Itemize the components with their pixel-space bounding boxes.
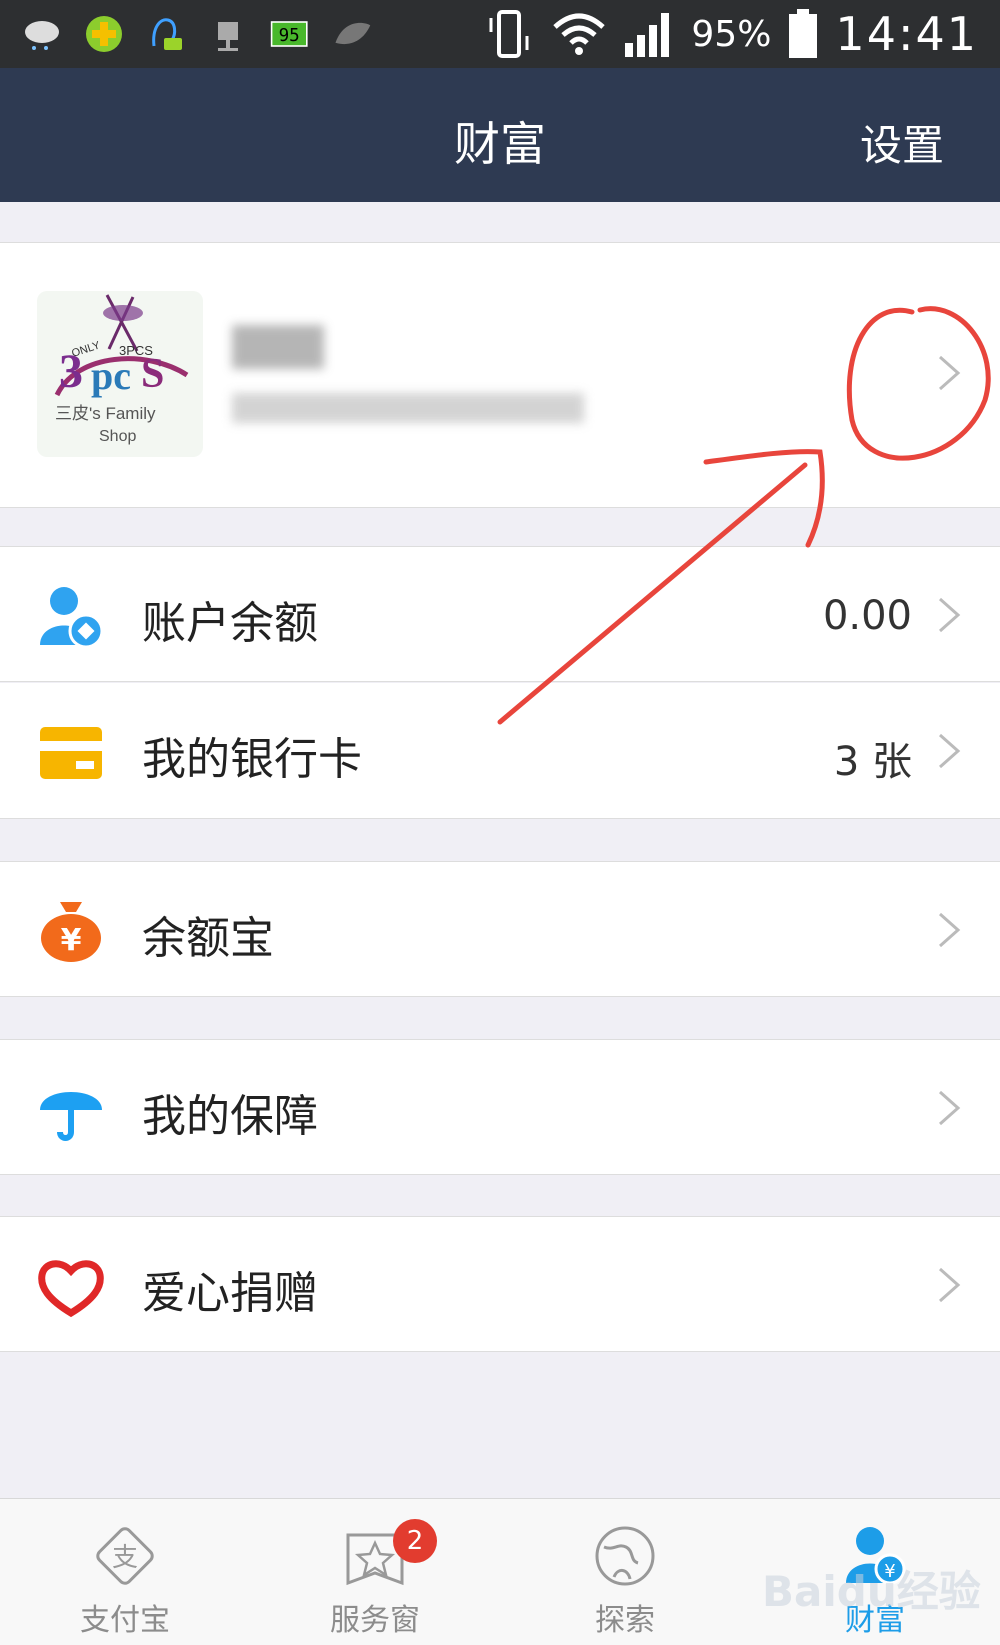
alipay-icon: 支 bbox=[96, 1527, 154, 1585]
explore-icon bbox=[595, 1526, 655, 1586]
row-label: 我的银行卡 bbox=[142, 734, 362, 785]
svg-text:S: S bbox=[141, 351, 164, 397]
heart-icon bbox=[38, 1260, 104, 1318]
status-bar: 95 95% 14:41 bbox=[0, 0, 1000, 68]
battery-saver-icon: 95 bbox=[270, 14, 310, 54]
tab-label: 探索 bbox=[595, 1603, 655, 1638]
card-count: 3 张 bbox=[833, 739, 912, 785]
network-device-icon bbox=[208, 14, 248, 54]
balance-value: 0.00 bbox=[822, 593, 912, 639]
status-right: 95% 14:41 bbox=[483, 6, 978, 62]
row-label: 账户余额 bbox=[142, 598, 318, 649]
tab-service-window[interactable]: 2 服务窗 bbox=[250, 1499, 500, 1645]
tab-alipay[interactable]: 支 支付宝 bbox=[0, 1499, 250, 1645]
svg-text:支: 支 bbox=[112, 1543, 138, 1573]
chat-message-icon bbox=[146, 14, 186, 54]
list-item-insurance[interactable]: 我的保障 bbox=[0, 1039, 1000, 1175]
watermark: Baidu经验 bbox=[762, 1567, 981, 1616]
row-label: 余额宝 bbox=[142, 913, 274, 964]
battery-icon bbox=[789, 9, 818, 58]
tab-label: 支付宝 bbox=[80, 1603, 170, 1638]
svg-text:95: 95 bbox=[279, 26, 300, 46]
list-item-bank-cards[interactable]: 我的银行卡 3 张 bbox=[0, 683, 1000, 819]
list-item-donation[interactable]: 爱心捐赠 bbox=[0, 1216, 1000, 1352]
user-balance-icon bbox=[40, 587, 104, 649]
notification-badge: 2 bbox=[393, 1519, 437, 1563]
chevron-right-icon bbox=[939, 1090, 961, 1126]
avatar-text-family: 三皮's Family bbox=[55, 404, 156, 423]
avatar-text-shop: Shop bbox=[99, 428, 136, 445]
wifi-icon bbox=[553, 13, 606, 55]
battery-percent: 95% bbox=[691, 13, 772, 55]
chevron-right-icon bbox=[939, 912, 961, 948]
notification-icons: 95 bbox=[22, 12, 372, 56]
list-item-account-balance[interactable]: 账户余额 0.00 bbox=[0, 546, 1000, 682]
redacted-email bbox=[232, 393, 584, 423]
tab-label: 服务窗 bbox=[330, 1603, 420, 1638]
list-item-yuebao[interactable]: ¥ 余额宝 bbox=[0, 861, 1000, 997]
profile-card[interactable]: ONLY 3PCS 3 pc S 三皮's Family Shop bbox=[0, 242, 1000, 508]
nav-bar: 财富 设置 bbox=[0, 68, 1000, 202]
weather-cloud-icon bbox=[22, 14, 62, 54]
avatar[interactable]: ONLY 3PCS 3 pc S 三皮's Family Shop bbox=[37, 291, 203, 457]
vibrate-icon bbox=[489, 10, 529, 58]
chevron-right-icon bbox=[939, 1267, 961, 1303]
svg-text:¥: ¥ bbox=[61, 923, 82, 958]
row-label: 爱心捐赠 bbox=[142, 1268, 318, 1319]
security-shield-icon bbox=[84, 14, 124, 54]
chevron-right-icon bbox=[939, 733, 961, 769]
svg-text:pc: pc bbox=[91, 353, 131, 398]
money-bag-icon: ¥ bbox=[41, 902, 101, 962]
chevron-right-icon bbox=[939, 355, 961, 391]
tab-explore[interactable]: 探索 bbox=[500, 1499, 750, 1645]
redacted-username bbox=[232, 325, 324, 369]
row-label: 我的保障 bbox=[142, 1091, 318, 1142]
bank-card-icon bbox=[40, 727, 102, 779]
umbrella-icon bbox=[40, 1092, 102, 1141]
signal-icon bbox=[625, 13, 670, 57]
chevron-right-icon bbox=[939, 597, 961, 633]
clock: 14:41 bbox=[835, 7, 978, 61]
settings-button[interactable]: 设置 bbox=[860, 112, 944, 173]
svg-text:3: 3 bbox=[59, 345, 83, 398]
page-title: 财富 bbox=[454, 117, 546, 171]
leaf-icon bbox=[332, 14, 372, 54]
